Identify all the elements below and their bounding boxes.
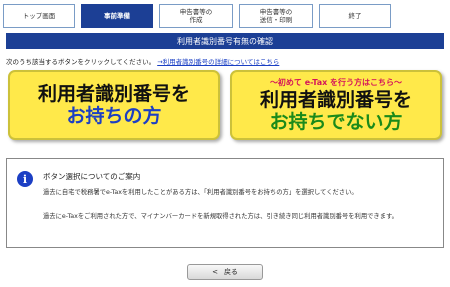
step-preparation: 事前準備 (81, 4, 153, 28)
id-details-link[interactable]: →利用者識別番号の詳細についてはこちら (157, 58, 279, 66)
step-send-print: 申告書等の 送信・印刷 (239, 4, 313, 28)
guidance-title: ボタン選択についてのご案内 (43, 172, 141, 181)
first-time-banner: 〜初めて e-Tax を行う方はこちら〜 (269, 77, 403, 87)
step-top: トップ画面 (3, 4, 75, 28)
no-id-line1: 利用者識別番号を (259, 88, 412, 111)
back-button[interactable]: < 戻る (187, 264, 263, 280)
step-label: 終了 (348, 12, 362, 20)
has-user-id-button[interactable]: 利用者識別番号を お持ちの方 (8, 70, 220, 140)
step-label: 申告書等の 作成 (179, 8, 213, 24)
step-label: トップ画面 (22, 12, 56, 20)
no-id-line2: お持ちでない方 (269, 110, 403, 133)
step-label: 申告書等の 送信・印刷 (259, 8, 293, 24)
guidance-paragraph-1: 過去に自宅で税務署でe-Taxを利用したことがある方は、「利用者識別番号をお持ち… (43, 189, 358, 196)
info-icon: i (17, 171, 33, 187)
guidance-paragraph-2: 過去にe-Taxをご利用された方で、マイナンバーカードを新規取得された方は、引き… (43, 213, 398, 220)
page-title: 利用者識別番号有無の確認 (6, 33, 444, 49)
step-create: 申告書等の 作成 (159, 4, 233, 28)
instruction-text: 次のうち該当するボタンをクリックしてください。 (6, 58, 156, 66)
no-user-id-button[interactable]: 〜初めて e-Tax を行う方はこちら〜 利用者識別番号を お持ちでない方 (230, 70, 442, 140)
step-navigation: トップ画面 事前準備 申告書等の 作成 申告書等の 送信・印刷 終了 (3, 4, 447, 28)
has-id-line1: 利用者識別番号を (37, 83, 190, 105)
step-label: 事前準備 (104, 12, 130, 20)
instruction-line: 次のうち該当するボタンをクリックしてください。 →利用者識別番号の詳細については… (6, 56, 279, 66)
step-finish: 終了 (319, 4, 391, 28)
chevron-left-icon: < (212, 268, 218, 276)
has-id-line2: お持ちの方 (66, 105, 162, 127)
guidance-box: i ボタン選択についてのご案内 過去に自宅で税務署でe-Taxを利用したことがあ… (6, 158, 444, 248)
back-label: 戻る (223, 268, 238, 276)
